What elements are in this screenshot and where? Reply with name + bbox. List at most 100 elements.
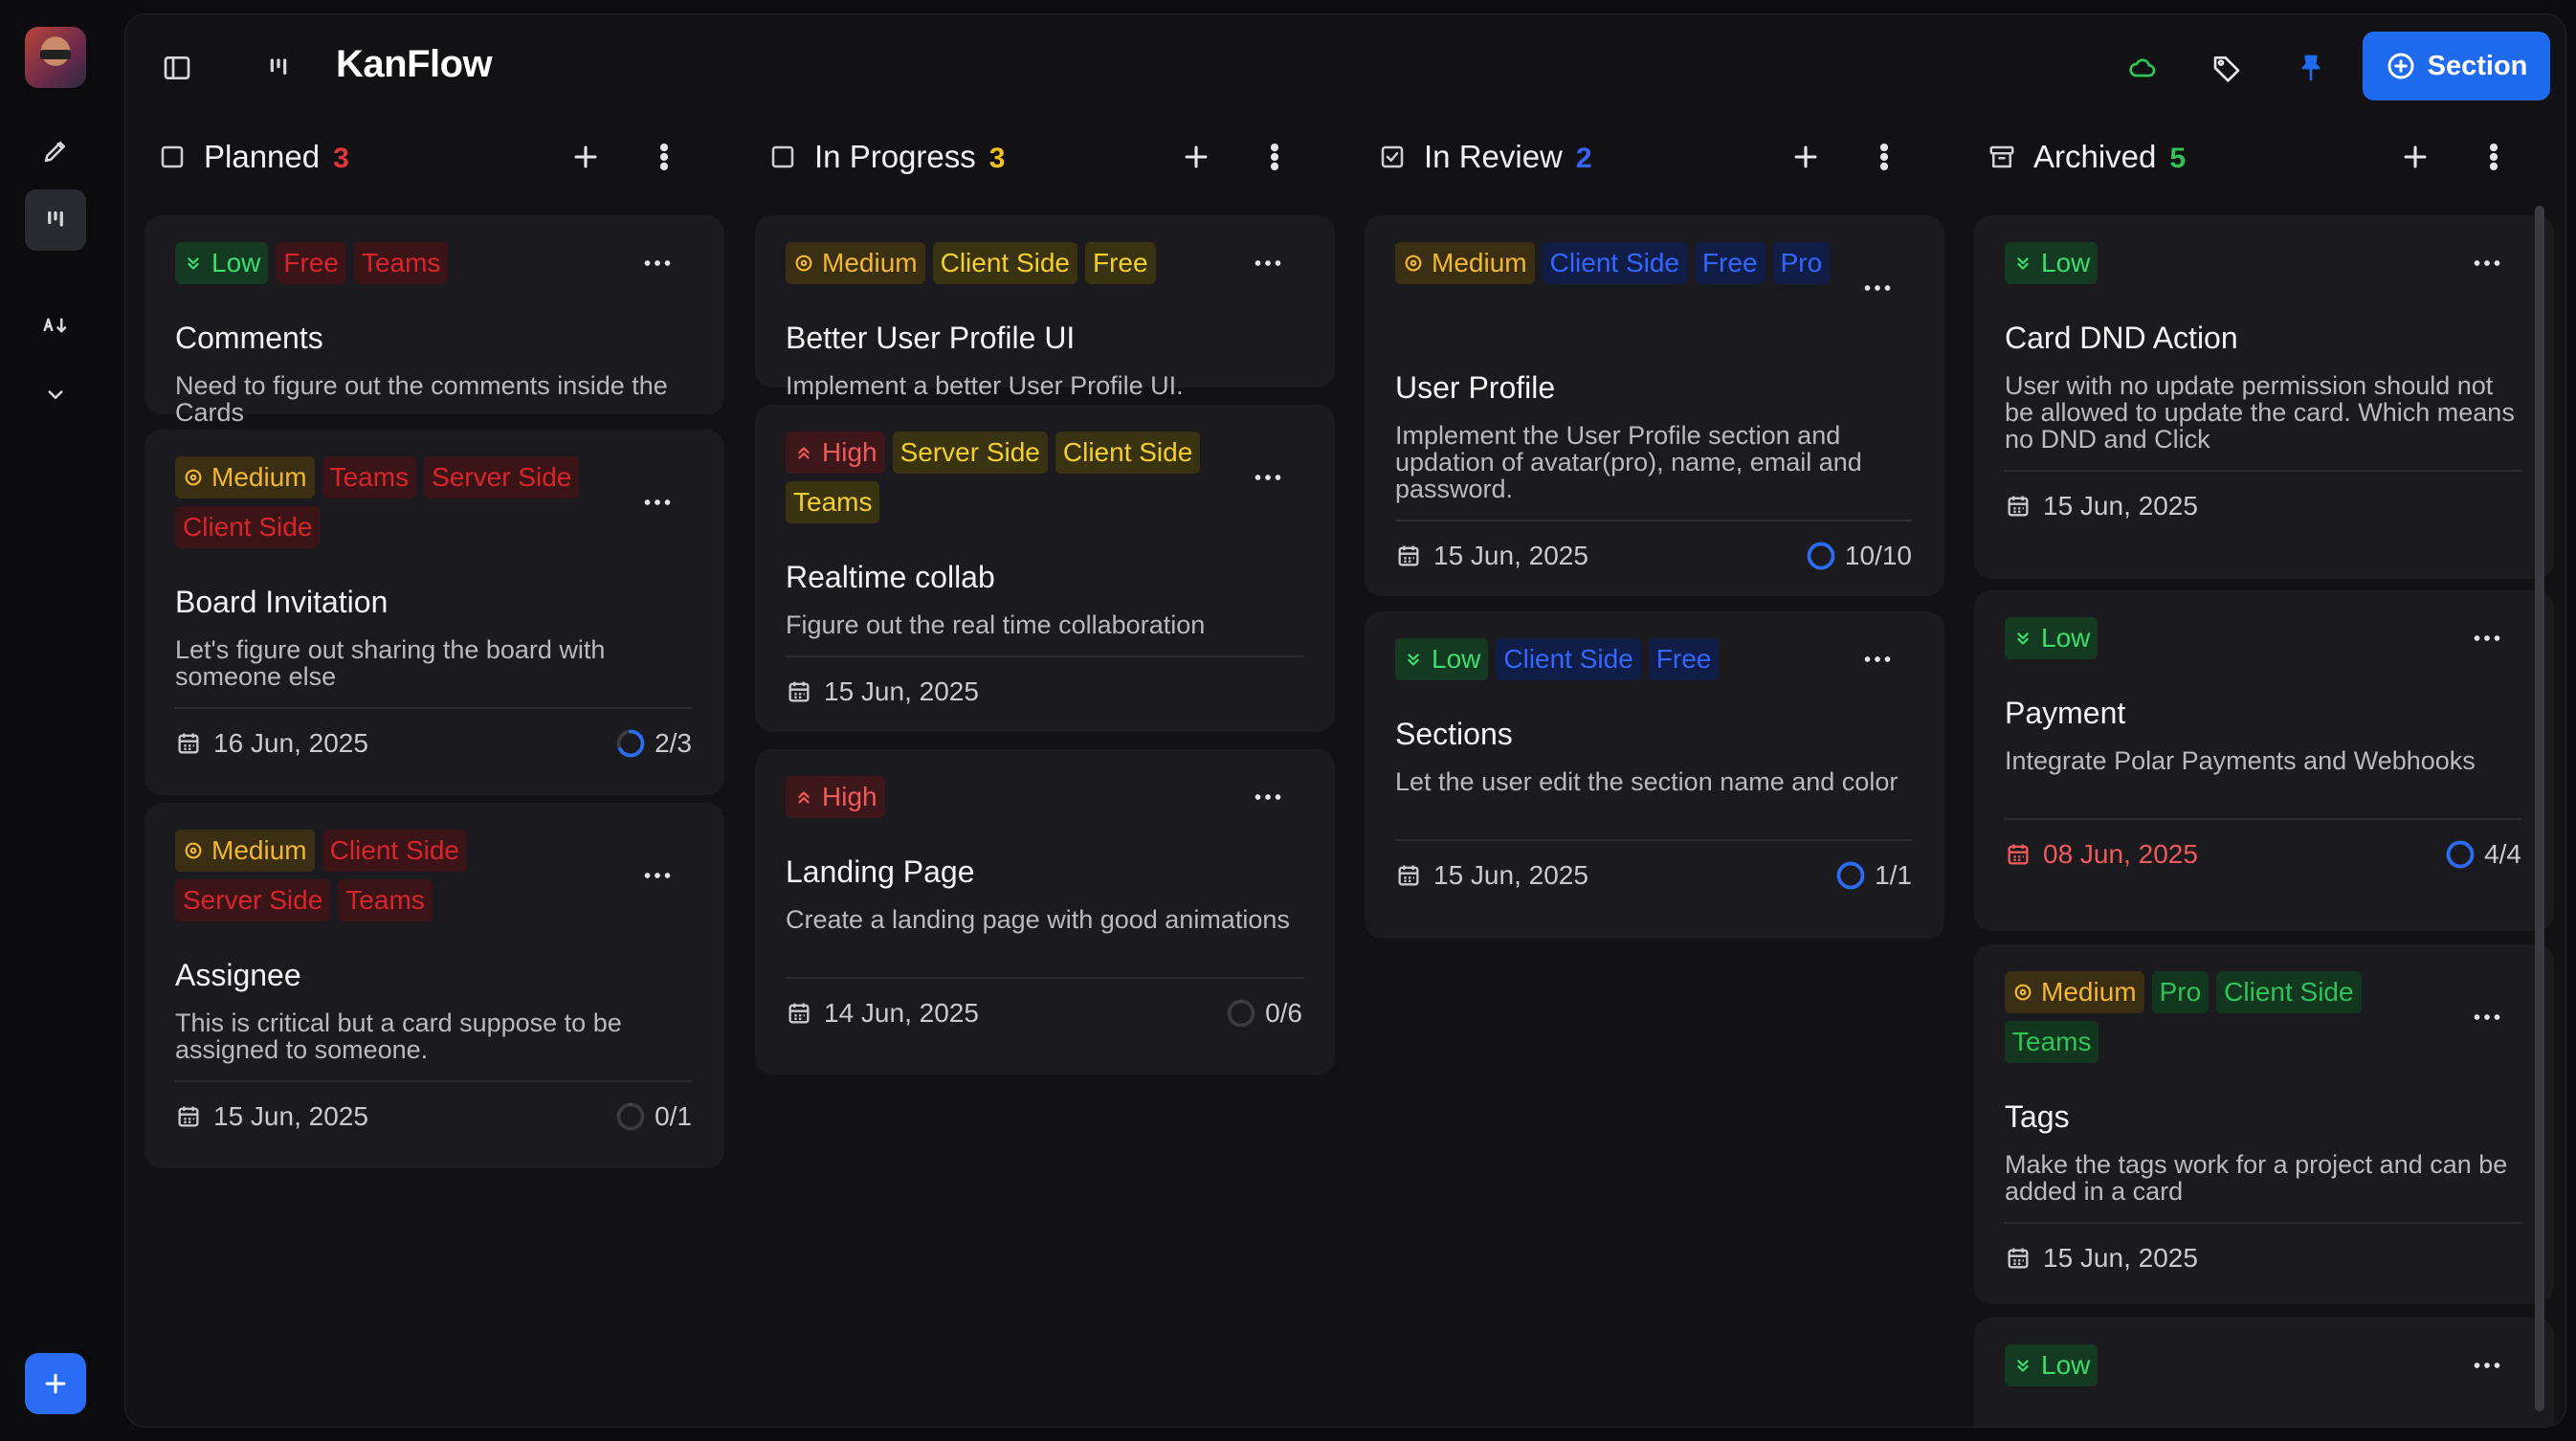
add-card-icon[interactable] [1789,141,1822,173]
add-section-button[interactable]: Section [2363,32,2550,100]
target-icon [2012,982,2033,1003]
calendar-icon [175,730,202,757]
calendar-icon [2005,841,2032,868]
tag: High [786,432,885,474]
chevrons-up-icon [793,787,814,808]
cloud-icon[interactable] [2125,51,2160,85]
pin-icon[interactable] [2294,51,2328,85]
column-menu-icon[interactable] [1868,141,1900,173]
task-card[interactable]: High Server Side Client Side Teams Realtime … [755,405,1335,732]
task-card[interactable]: Low Card DND Action User with no update pe… [1974,215,2554,579]
chevron-down-icon[interactable] [25,364,86,425]
divider [2005,470,2521,472]
column-title: In Review 2 [1424,139,1592,175]
avatar[interactable] [25,27,86,88]
divider [1395,520,1912,521]
card-menu-icon[interactable] [2470,621,2504,655]
card-menu-icon[interactable] [2470,1348,2504,1383]
square-icon [158,143,187,171]
due-date-text: 15 Jun, 2025 [2043,1243,2198,1273]
tag-list: Medium Teams Server Side Client Side [175,456,625,548]
calendar-icon [2005,493,2032,520]
column-in-review: In Review 2 Medium Client Side Free Pro User P… [1345,122,1944,1423]
column-menu-icon[interactable] [648,141,680,173]
card-menu-icon[interactable] [640,858,675,893]
tag: Client Side [1496,638,1641,680]
tag: Low [2005,242,2099,284]
card-description: Figure out the real time collaboration [786,610,1206,639]
due-date: 15 Jun, 2025 [1395,541,1588,571]
card-menu-icon[interactable] [2470,246,2504,280]
tag-label: Free [283,248,339,277]
column-title: Archived 5 [2033,139,2186,175]
calendar-icon [2005,1245,2032,1272]
tag: Low [1395,638,1489,680]
task-card[interactable]: Medium Pro Client Side Teams Tags Make the ta… [1974,944,2554,1304]
subtask-progress: 10/10 [1807,541,1912,571]
board-scrollbar[interactable] [2535,206,2544,1411]
column-title-text: Archived [2033,139,2157,174]
due-date-text: 16 Jun, 2025 [213,728,368,758]
board-icon[interactable] [25,189,86,251]
archive-icon [1988,143,2016,171]
calendar-icon [786,678,812,705]
card-menu-icon[interactable] [1860,271,1895,305]
task-card[interactable]: High Landing Page Create a landing page wi… [755,749,1335,1075]
tag: Client Side [1055,432,1201,474]
tag: Medium [1395,242,1535,284]
tag-label: Low [2041,623,2091,653]
add-board-button[interactable] [25,1353,86,1414]
task-card[interactable]: Medium Client Side Free Better User Profile… [755,215,1335,467]
progress-ring-icon [616,1102,645,1131]
card-description: Implement the User Profile section and u… [1395,421,1862,503]
task-card[interactable]: Low Payment Integrate Polar Payments and W… [1974,590,2554,931]
tag-label: High [822,437,877,467]
due-date: 16 Jun, 2025 [175,728,368,759]
card-title: Better User Profile UI [786,321,1076,355]
card-menu-icon[interactable] [2470,1000,2504,1034]
task-card[interactable]: Low [1974,1318,2554,1427]
card-menu-icon[interactable] [640,246,675,280]
task-card[interactable]: Medium Client Side Server Side Teams Assigne… [144,803,724,1168]
column-menu-icon[interactable] [2477,141,2510,173]
subtask-progress: 0/1 [616,1101,692,1132]
column-title-text: Planned [204,139,321,174]
card-menu-icon[interactable] [1251,780,1285,814]
due-date: 15 Jun, 2025 [2005,1243,2198,1274]
target-icon [1403,253,1424,274]
tag: Server Side [892,432,1048,474]
tag-label: Low [1432,644,1481,674]
card-menu-icon[interactable] [1860,642,1895,676]
app-title: KanFlow [336,43,493,85]
card-title: Landing Page [786,854,975,889]
tag-list: High Server Side Client Side Teams [786,432,1235,523]
chevrons-down-icon [1403,649,1424,670]
sidebar-toggle-icon[interactable] [160,51,194,85]
card-menu-icon[interactable] [1251,246,1285,280]
sort-icon[interactable] [25,295,86,356]
due-date-text: 08 Jun, 2025 [2043,839,2198,869]
chevrons-down-icon [2012,628,2033,649]
task-card[interactable]: Low Free Teams Comments Need to figure out t… [144,215,724,494]
card-menu-icon[interactable] [1251,460,1285,495]
divider [1395,839,1912,841]
task-card[interactable]: Medium Teams Server Side Client Side Board I… [144,430,724,795]
task-card[interactable]: Low Client Side Free Sections Let the user e… [1365,611,1944,939]
tag-icon[interactable] [2210,51,2244,85]
task-card[interactable]: Medium Client Side Free Pro User Profile Impl… [1365,215,1944,596]
tag-list: Low [2005,1344,2454,1386]
add-card-icon[interactable] [2399,141,2432,173]
pencil-icon[interactable] [25,121,86,182]
card-title: Comments [175,321,323,355]
add-card-icon[interactable] [1180,141,1212,173]
column-count: 3 [988,143,1006,174]
progress-ring-icon [2446,840,2475,869]
tag: Teams [322,456,417,499]
card-menu-icon[interactable] [640,485,675,520]
add-card-icon[interactable] [569,141,602,173]
tag-label: Teams [2012,1027,2092,1056]
chevrons-up-icon [793,442,814,463]
tag-label: Server Side [432,462,572,492]
column-menu-icon[interactable] [1258,141,1291,173]
tag: Client Side [322,830,467,872]
